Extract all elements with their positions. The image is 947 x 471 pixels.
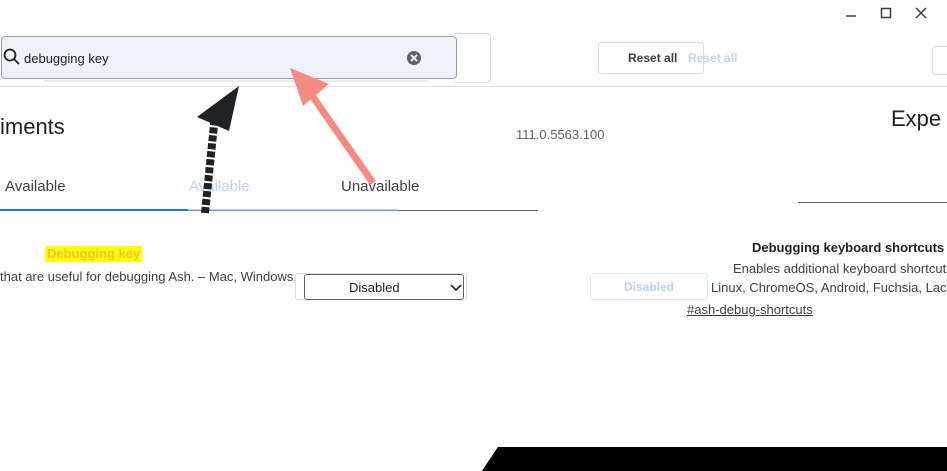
black-corner-shape	[482, 447, 947, 471]
